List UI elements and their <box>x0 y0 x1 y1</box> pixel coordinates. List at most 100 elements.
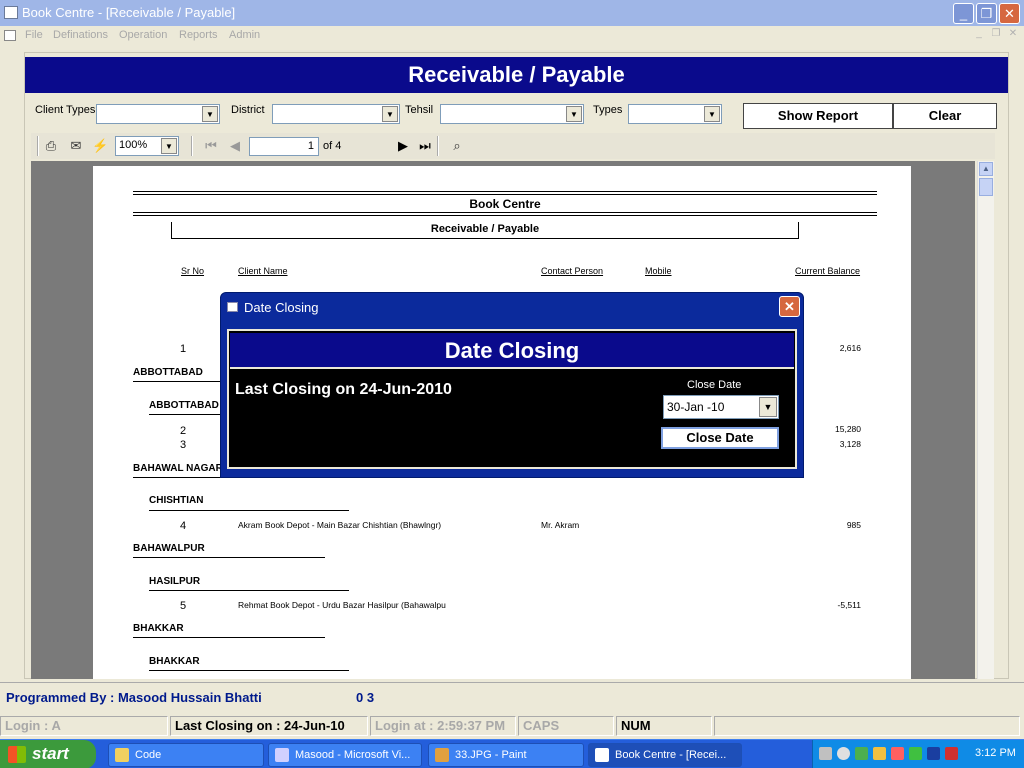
taskbar: start Code Masood - Microsoft Vi... 33.J… <box>0 739 1024 768</box>
clear-button[interactable]: Clear <box>893 103 997 129</box>
client-types-select[interactable]: ▼ <box>96 104 220 124</box>
group-district: BAHAWAL NAGAR <box>133 463 223 474</box>
row-client-name: Rehmat Book Depot - Urdu Bazar Hasilpur … <box>238 600 446 610</box>
group-district: BAHAWALPUR <box>133 543 205 554</box>
district-label: District <box>231 104 265 116</box>
programmed-by: Programmed By : Masood Hussain Bhatti <box>6 690 262 705</box>
system-tray: 3:12 PM <box>812 740 1024 768</box>
group-tehsil: BHAKKAR <box>149 656 200 667</box>
last-page-icon[interactable]: ⏭ <box>417 138 433 154</box>
next-page-icon[interactable]: ▶ <box>395 138 411 154</box>
task-visual-basic[interactable]: Masood - Microsoft Vi... <box>268 743 422 767</box>
report-title: Receivable / Payable <box>171 222 799 239</box>
page-number-input[interactable]: 1 <box>249 137 319 156</box>
task-book-centre[interactable]: Book Centre - [Recei... <box>588 743 742 767</box>
col-contact-person: Contact Person <box>541 266 604 276</box>
mdi-close-icon[interactable]: ✕ <box>1006 28 1020 42</box>
close-date-value: 30-Jan -10 <box>667 400 725 414</box>
district-select[interactable]: ▼ <box>272 104 400 124</box>
status-login-at: Login at : 2:59:37 PM <box>370 716 516 736</box>
zoom-value: 100% <box>119 139 148 151</box>
last-closing-text: Last Closing on 24-Jun-2010 <box>235 381 452 398</box>
group-district: ABBOTTABAD <box>133 367 203 378</box>
scroll-up-icon[interactable]: ▲ <box>979 162 993 176</box>
maximize-button[interactable]: ❐ <box>976 3 997 24</box>
clock[interactable]: 3:12 PM <box>975 747 1016 759</box>
chevron-down-icon[interactable]: ▼ <box>202 106 218 122</box>
status-empty <box>714 716 1020 736</box>
menu-admin[interactable]: Admin <box>229 29 260 41</box>
tray-app-icon[interactable] <box>891 747 904 760</box>
tray-app-icon[interactable] <box>855 747 868 760</box>
show-report-button[interactable]: Show Report <box>743 103 893 129</box>
tehsil-select[interactable]: ▼ <box>440 104 584 124</box>
group-district: BHAKKAR <box>133 623 184 634</box>
tray-app-icon[interactable] <box>909 747 922 760</box>
dialog-close-button[interactable]: ✕ <box>779 296 800 317</box>
close-button[interactable]: ✕ <box>999 3 1020 24</box>
network-icon[interactable] <box>819 747 832 760</box>
types-label: Types <box>593 104 623 116</box>
task-paint[interactable]: 33.JPG - Paint <box>428 743 584 767</box>
status-bar: Login : A Last Closing on : 24-Jun-10 Lo… <box>0 714 1024 738</box>
binoculars-icon[interactable]: ⌕ <box>449 138 465 154</box>
window-titlebar[interactable]: Book Centre - [Receivable / Payable] _ ❐… <box>0 0 1024 26</box>
menu-definations[interactable]: Definations <box>53 29 108 41</box>
date-closing-dialog: Date Closing ✕ Date Closing Last Closing… <box>220 292 804 478</box>
mdi-restore-icon[interactable]: ❐ <box>989 28 1003 42</box>
task-code[interactable]: Code <box>108 743 264 767</box>
client-types-label: Client Types <box>35 104 96 116</box>
volume-icon[interactable] <box>837 747 850 760</box>
col-sr-no: Sr No <box>181 266 205 276</box>
col-client-name: Client Name <box>238 266 288 276</box>
info-code: 0 3 <box>356 690 375 705</box>
group-tehsil: HASILPUR <box>149 576 201 587</box>
mdi-minimize-icon[interactable]: _ <box>972 28 986 42</box>
minimize-button[interactable]: _ <box>953 3 974 24</box>
first-page-icon[interactable]: ⏮ <box>203 138 219 154</box>
row-sr: 1 <box>179 343 187 355</box>
shield-icon[interactable] <box>945 747 958 760</box>
print-icon[interactable]: ⎙ <box>43 138 59 154</box>
report-company: Book Centre <box>469 197 541 211</box>
start-button[interactable]: start <box>0 740 96 768</box>
monitor-icon[interactable] <box>927 747 940 760</box>
vertical-scrollbar[interactable]: ▲ <box>977 161 994 679</box>
row-sr: 3 <box>179 439 187 451</box>
close-date-picker[interactable]: 30-Jan -10 ▼ <box>663 395 779 419</box>
tehsil-label: Tehsil <box>405 104 434 116</box>
paint-icon <box>435 748 449 762</box>
menu-file[interactable]: File <box>25 29 43 41</box>
chevron-down-icon[interactable]: ▼ <box>759 397 777 417</box>
chevron-down-icon[interactable]: ▼ <box>566 106 582 122</box>
row-sr: 2 <box>179 425 187 437</box>
dialog-title: Date Closing <box>244 300 319 315</box>
types-select[interactable]: ▼ <box>628 104 722 124</box>
form-header: Receivable / Payable <box>25 57 1008 93</box>
dialog-icon <box>227 302 238 312</box>
window-title: Book Centre - [Receivable / Payable] <box>22 5 236 20</box>
scroll-thumb[interactable] <box>979 178 993 196</box>
chevron-down-icon[interactable]: ▼ <box>704 106 720 122</box>
pencil-icon[interactable] <box>873 747 886 760</box>
mdi-child-icon[interactable] <box>4 30 16 41</box>
export-icon[interactable]: ✉ <box>68 138 84 154</box>
windows-logo-icon <box>8 746 26 763</box>
group-tehsil: ABBOTTABAD <box>149 400 219 411</box>
status-num: NUM <box>616 716 712 736</box>
visual-basic-icon <box>275 748 289 762</box>
close-date-button[interactable]: Close Date <box>661 427 779 449</box>
status-caps: CAPS <box>518 716 614 736</box>
info-bar: Programmed By : Masood Hussain Bhatti 0 … <box>0 682 1024 712</box>
group-tehsil: CHISHTIAN <box>149 495 204 506</box>
status-login: Login : A <box>0 716 168 736</box>
menu-bar: File Definations Operation Reports Admin… <box>0 26 1024 46</box>
prev-page-icon[interactable]: ◀ <box>227 138 243 154</box>
menu-reports[interactable]: Reports <box>179 29 218 41</box>
menu-operation[interactable]: Operation <box>119 29 167 41</box>
chevron-down-icon[interactable]: ▼ <box>161 138 177 154</box>
zoom-select[interactable]: 100% ▼ <box>115 136 179 156</box>
app-icon <box>4 6 18 19</box>
lightning-icon[interactable]: ⚡ <box>92 138 108 154</box>
chevron-down-icon[interactable]: ▼ <box>382 106 398 122</box>
